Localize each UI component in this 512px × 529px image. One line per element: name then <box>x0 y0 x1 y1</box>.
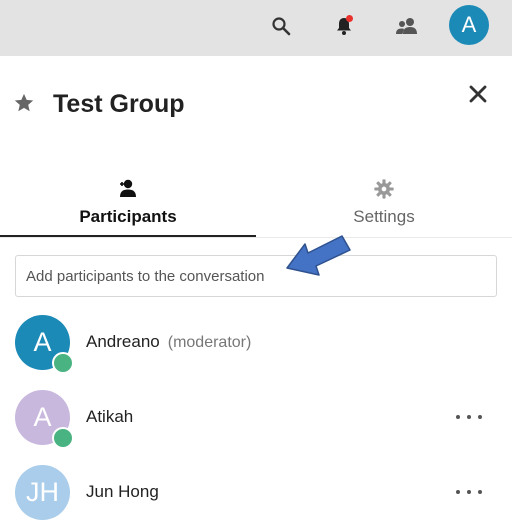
contacts-icon[interactable] <box>393 12 421 40</box>
notification-dot <box>346 15 353 22</box>
tab-participants[interactable]: Participants <box>0 172 256 238</box>
tab-divider <box>0 237 512 238</box>
tab-label: Settings <box>353 207 415 226</box>
pointer-arrow-icon <box>286 235 351 276</box>
participants-icon <box>0 178 256 198</box>
more-options-icon[interactable] <box>456 407 482 427</box>
close-icon[interactable] <box>468 84 492 108</box>
notifications-icon[interactable] <box>330 12 358 40</box>
more-options-icon[interactable] <box>456 482 482 502</box>
sidebar-tabs: Participants Settings <box>0 172 512 238</box>
participant-name: Atikah <box>86 407 134 426</box>
online-status-icon <box>52 427 74 449</box>
gear-icon <box>256 178 512 200</box>
tab-label: Participants <box>79 207 177 226</box>
participant-item[interactable]: A Atikah <box>0 390 512 454</box>
conversation-header: Test Group <box>0 84 512 132</box>
participant-name: Andreano (moderator) <box>86 332 252 351</box>
star-icon[interactable] <box>13 92 37 116</box>
online-status-icon <box>52 352 74 374</box>
avatar: JH <box>15 465 70 520</box>
participant-role: (moderator) <box>167 334 252 351</box>
conversation-title: Test Group <box>53 90 185 118</box>
add-participants-input[interactable] <box>15 255 497 297</box>
participant-name: Jun Hong <box>86 482 159 501</box>
top-bar: A <box>0 0 512 56</box>
search-icon[interactable] <box>267 12 295 40</box>
participant-item[interactable]: A Andreano (moderator) <box>0 315 512 379</box>
participant-item[interactable]: JH Jun Hong <box>0 465 512 529</box>
user-avatar[interactable]: A <box>449 5 489 45</box>
